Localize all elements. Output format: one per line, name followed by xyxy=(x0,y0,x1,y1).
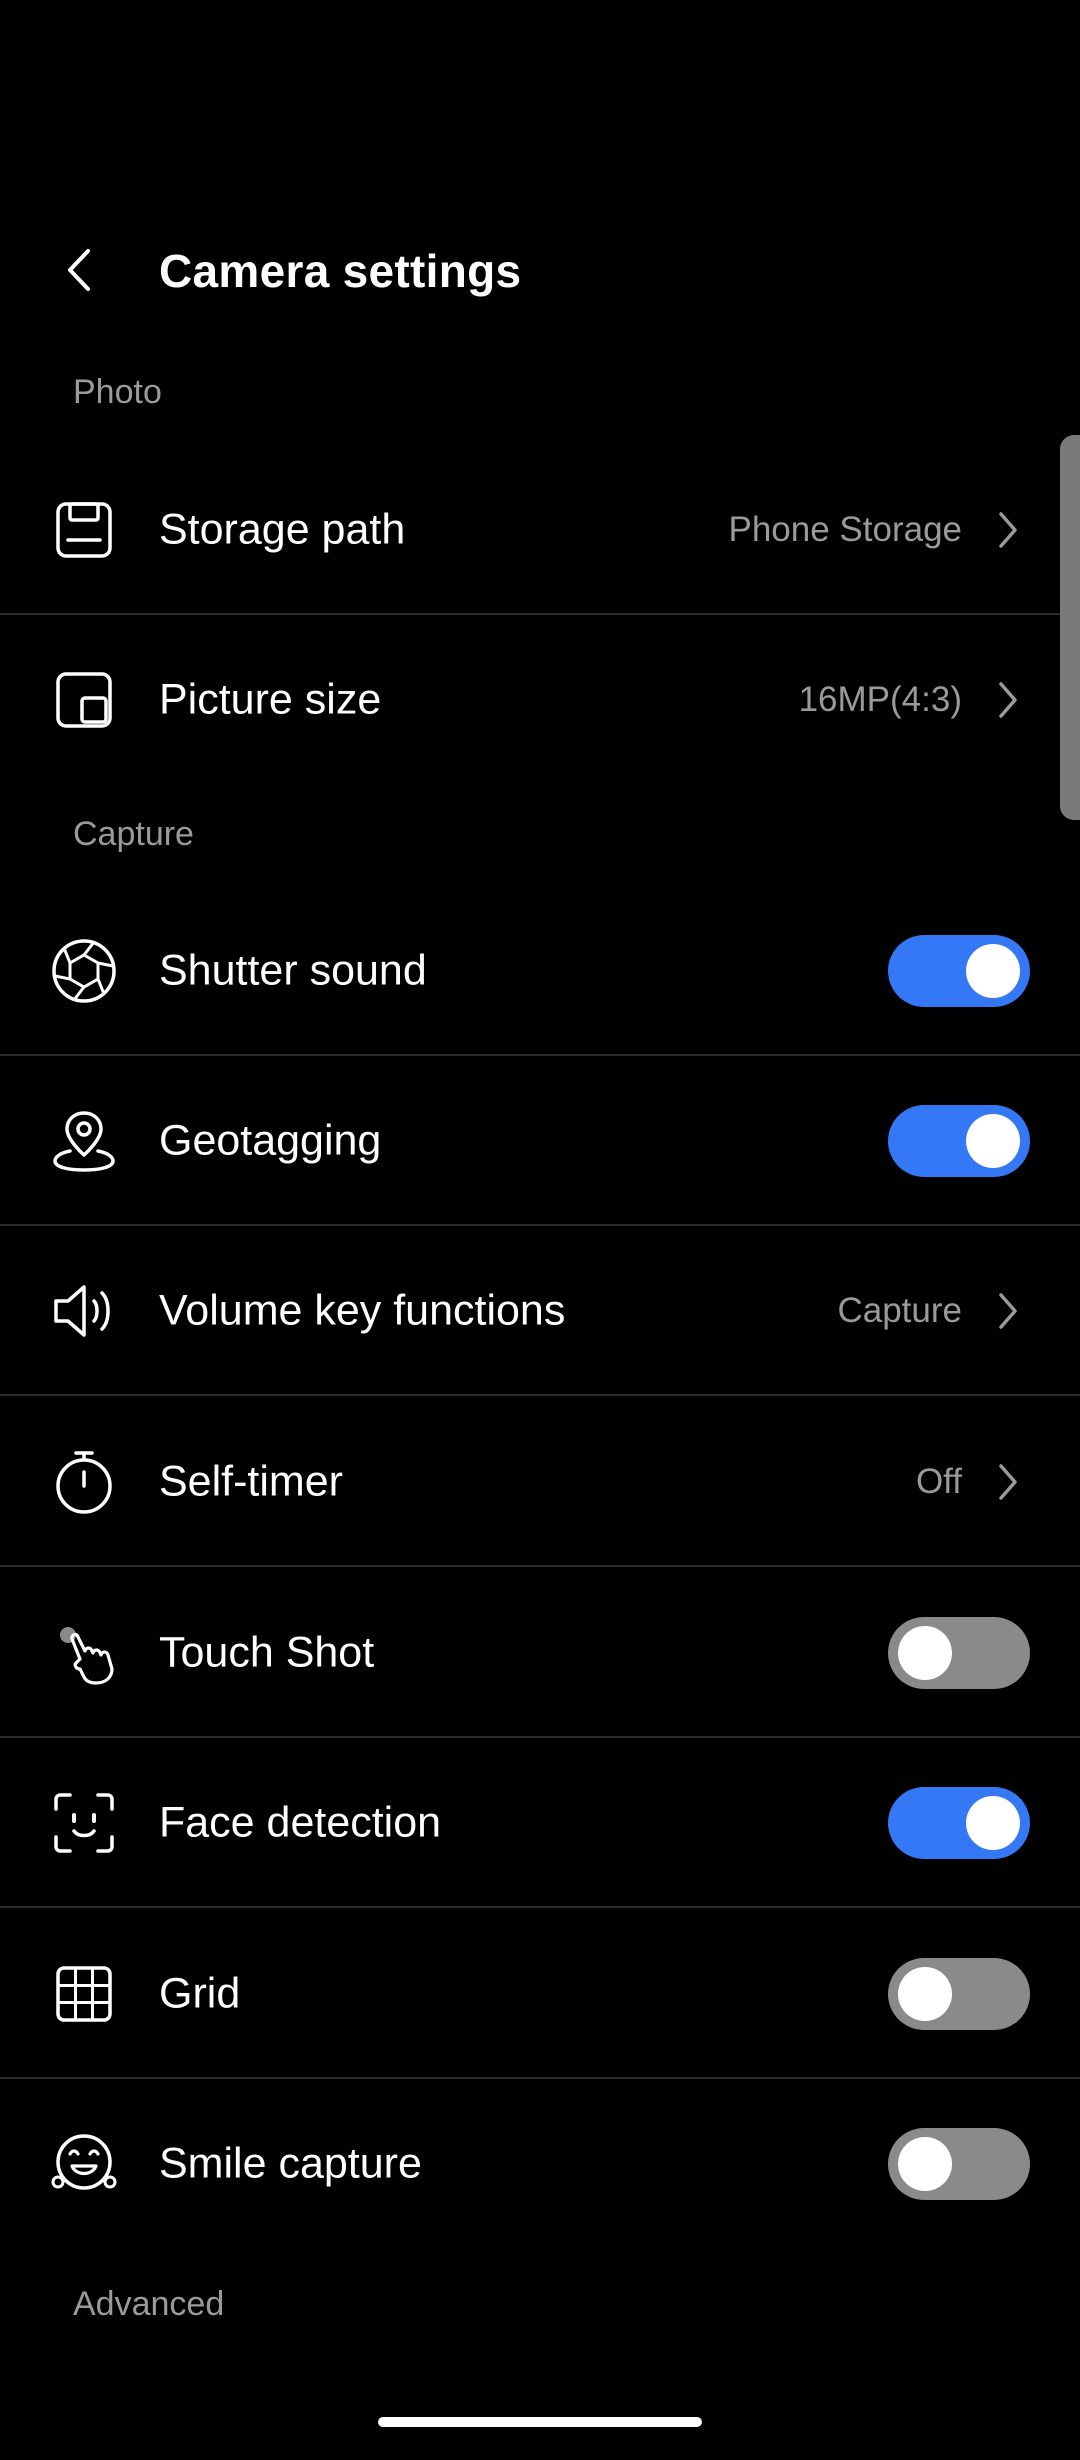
setting-value: 16MP(4:3) xyxy=(798,680,962,719)
setting-label: Picture size xyxy=(159,675,382,724)
divider xyxy=(0,1394,1080,1396)
setting-label: Geotagging xyxy=(159,1116,382,1165)
smile-icon xyxy=(44,2124,124,2204)
setting-touch-shot[interactable]: Touch Shot xyxy=(0,1568,1080,1738)
touch-hand-icon xyxy=(44,1613,124,1693)
back-button[interactable] xyxy=(40,230,120,310)
chevron-right-icon xyxy=(988,1457,1028,1507)
smile-capture-toggle[interactable] xyxy=(888,2128,1030,2200)
shutter-sound-toggle[interactable] xyxy=(888,935,1030,1007)
grid-toggle[interactable] xyxy=(888,1958,1030,2030)
setting-face-detection[interactable]: Face detection xyxy=(0,1738,1080,1908)
setting-value: Phone Storage xyxy=(728,510,962,549)
toggle-knob xyxy=(966,1114,1020,1168)
scrollbar[interactable] xyxy=(1060,435,1080,820)
toggle-knob xyxy=(898,1967,952,2021)
setting-smile-capture[interactable]: Smile capture xyxy=(0,2079,1080,2249)
face-detection-icon xyxy=(44,1783,124,1863)
setting-geotagging[interactable]: Geotagging xyxy=(0,1056,1080,1226)
face-detection-toggle[interactable] xyxy=(888,1787,1030,1859)
setting-label: Shutter sound xyxy=(159,946,427,995)
section-label-photo: Photo xyxy=(73,373,162,411)
home-indicator[interactable] xyxy=(378,2417,702,2427)
section-label-capture: Capture xyxy=(73,815,194,853)
grid-icon xyxy=(44,1954,124,2034)
chevron-right-icon xyxy=(988,1286,1028,1336)
timer-icon xyxy=(44,1442,124,1522)
setting-grid[interactable]: Grid xyxy=(0,1909,1080,2079)
toggle-knob xyxy=(966,1796,1020,1850)
picture-size-icon xyxy=(44,660,124,740)
geotagging-toggle[interactable] xyxy=(888,1105,1030,1177)
setting-label: Storage path xyxy=(159,505,406,554)
setting-storage-path[interactable]: Storage path Phone Storage xyxy=(0,445,1080,615)
speaker-icon xyxy=(44,1271,124,1351)
setting-value: Off xyxy=(915,1462,962,1501)
back-arrow-icon xyxy=(68,249,90,291)
page-title: Camera settings xyxy=(159,245,522,297)
camera-settings-screen: Camera settings Photo Storage path Phone… xyxy=(0,0,1080,2460)
location-pin-icon xyxy=(44,1101,124,1181)
header: Camera settings xyxy=(0,200,1080,350)
setting-shutter-sound[interactable]: Shutter sound xyxy=(0,886,1080,1056)
setting-label: Smile capture xyxy=(159,2139,422,2188)
setting-label: Volume key functions xyxy=(159,1286,566,1335)
setting-label: Touch Shot xyxy=(159,1628,375,1677)
setting-value: Capture xyxy=(837,1291,962,1330)
chevron-right-icon xyxy=(988,505,1028,555)
section-label-advanced: Advanced xyxy=(73,2285,225,2323)
setting-label: Self-timer xyxy=(159,1457,343,1506)
toggle-knob xyxy=(966,944,1020,998)
setting-label: Face detection xyxy=(159,1798,442,1847)
divider xyxy=(0,1906,1080,1908)
toggle-knob xyxy=(898,2137,952,2191)
setting-label: Grid xyxy=(159,1969,241,2018)
setting-picture-size[interactable]: Picture size 16MP(4:3) xyxy=(0,615,1080,785)
setting-volume-key-functions[interactable]: Volume key functions Capture xyxy=(0,1226,1080,1396)
divider xyxy=(0,1565,1080,1567)
touch-shot-toggle[interactable] xyxy=(888,1617,1030,1689)
chevron-right-icon xyxy=(988,675,1028,725)
shutter-icon xyxy=(44,931,124,1011)
toggle-knob xyxy=(898,1626,952,1680)
storage-icon xyxy=(44,490,124,570)
setting-self-timer[interactable]: Self-timer Off xyxy=(0,1397,1080,1567)
